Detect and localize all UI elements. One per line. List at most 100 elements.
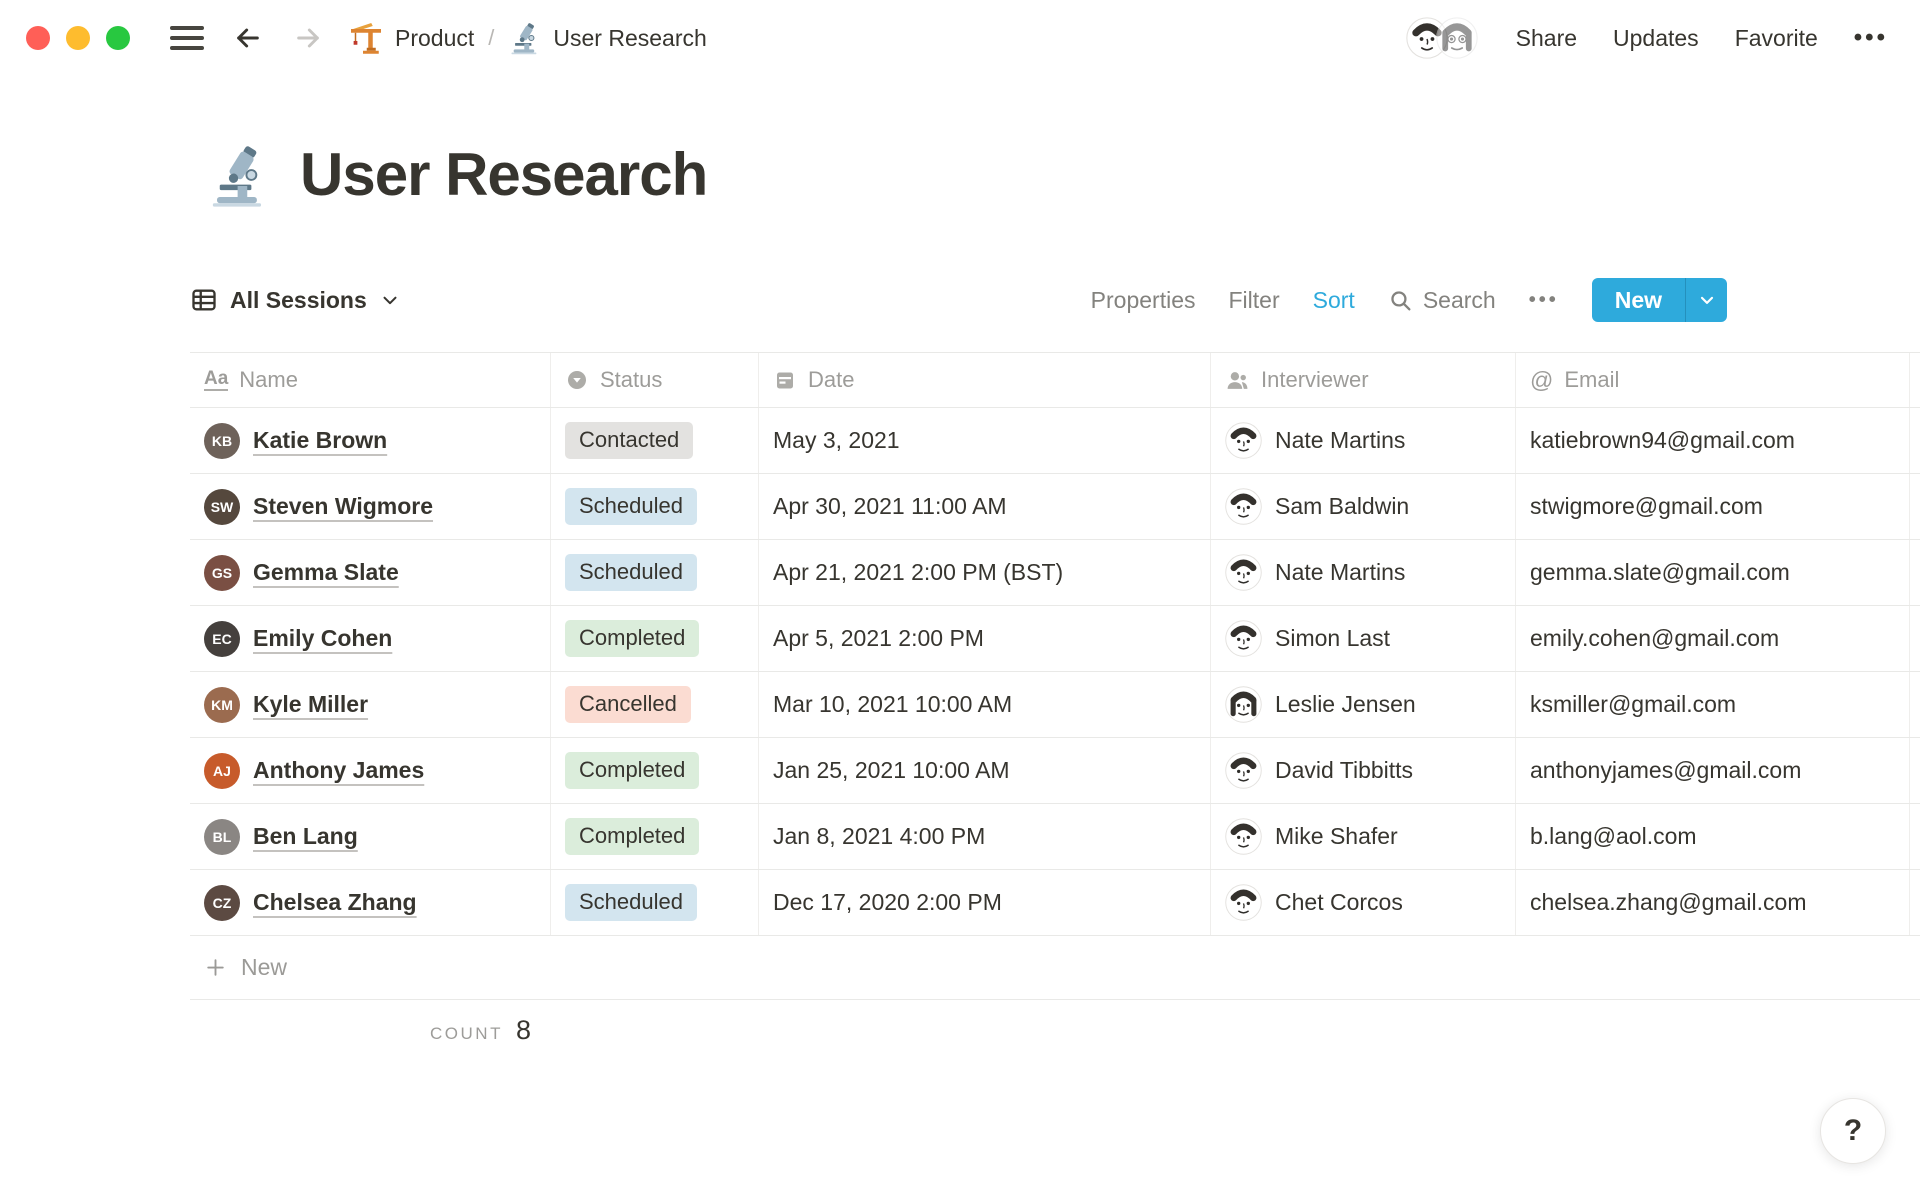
status-cell[interactable]: Completed (551, 738, 759, 803)
interviewer-cell[interactable]: David Tibbitts (1211, 738, 1516, 803)
interviewer-cell[interactable]: Leslie Jensen (1211, 672, 1516, 737)
email-link[interactable]: katiebrown94@gmail.com (1530, 427, 1795, 454)
status-badge[interactable]: Scheduled (565, 884, 697, 921)
email-link[interactable]: b.lang@aol.com (1530, 823, 1697, 850)
email-cell[interactable]: b.lang@aol.com (1516, 804, 1910, 869)
column-header-name[interactable]: Aa Name (190, 353, 551, 407)
person-name-link[interactable]: Kyle Miller (253, 691, 368, 718)
sidebar-menu-icon[interactable] (170, 26, 204, 50)
new-entry-button[interactable]: New (1592, 278, 1685, 322)
interviewer-cell[interactable]: Nate Martins (1211, 540, 1516, 605)
status-cell[interactable]: Completed (551, 606, 759, 671)
person-name-link[interactable]: Anthony James (253, 757, 424, 784)
interviewer-avatar (1225, 818, 1262, 855)
name-cell[interactable]: EC Emily Cohen (190, 606, 551, 671)
date-cell[interactable]: Mar 10, 2021 10:00 AM (759, 672, 1211, 737)
status-badge[interactable]: Completed (565, 620, 700, 657)
date-cell[interactable]: Apr 21, 2021 2:00 PM (BST) (759, 540, 1211, 605)
date-cell[interactable]: Jan 8, 2021 4:00 PM (759, 804, 1211, 869)
view-switcher[interactable]: All Sessions (190, 286, 401, 314)
date-cell[interactable]: Dec 17, 2020 2:00 PM (759, 870, 1211, 935)
name-cell[interactable]: KB Katie Brown (190, 408, 551, 473)
date-cell[interactable]: May 3, 2021 (759, 408, 1211, 473)
status-cell[interactable]: Completed (551, 804, 759, 869)
status-badge[interactable]: Scheduled (565, 488, 697, 525)
interviewer-name: Nate Martins (1275, 427, 1406, 453)
person-name-link[interactable]: Katie Brown (253, 427, 387, 454)
email-link[interactable]: ksmiller@gmail.com (1530, 691, 1736, 718)
calendar-property-icon (777, 372, 793, 389)
name-cell[interactable]: GS Gemma Slate (190, 540, 551, 605)
forward-button[interactable] (292, 22, 324, 54)
email-cell[interactable]: chelsea.zhang@gmail.com (1516, 870, 1910, 935)
minimize-window-button[interactable] (66, 26, 90, 50)
view-options-icon[interactable]: ••• (1529, 289, 1559, 312)
interviewer-cell[interactable]: Simon Last (1211, 606, 1516, 671)
email-link[interactable]: emily.cohen@gmail.com (1530, 625, 1779, 652)
date-cell[interactable]: Apr 30, 2021 11:00 AM (759, 474, 1211, 539)
email-cell[interactable]: stwigmore@gmail.com (1516, 474, 1910, 539)
email-cell[interactable]: emily.cohen@gmail.com (1516, 606, 1910, 671)
new-entry-dropdown-button[interactable] (1685, 278, 1727, 322)
status-badge[interactable]: Completed (565, 818, 700, 855)
email-cell[interactable]: anthonyjames@gmail.com (1516, 738, 1910, 803)
page-title[interactable]: User Research (300, 140, 708, 209)
status-cell[interactable]: Scheduled (551, 540, 759, 605)
table-footer-count[interactable]: COUNT 8 (190, 1015, 551, 1046)
name-cell[interactable]: SW Steven Wigmore (190, 474, 551, 539)
name-cell[interactable]: AJ Anthony James (190, 738, 551, 803)
column-header-date[interactable]: Date (759, 353, 1211, 407)
close-window-button[interactable] (26, 26, 50, 50)
more-options-icon[interactable]: ••• (1854, 24, 1888, 52)
favorite-button[interactable]: Favorite (1735, 25, 1818, 52)
name-cell[interactable]: BL Ben Lang (190, 804, 551, 869)
zoom-window-button[interactable] (106, 26, 130, 50)
email-link[interactable]: stwigmore@gmail.com (1530, 493, 1763, 520)
search-button[interactable]: Search (1388, 287, 1496, 314)
column-header-status[interactable]: Status (551, 353, 759, 407)
interviewer-avatar (1225, 884, 1262, 921)
status-cell[interactable]: Cancelled (551, 672, 759, 737)
person-name-link[interactable]: Steven Wigmore (253, 493, 433, 520)
person-name-link[interactable]: Gemma Slate (253, 559, 399, 586)
help-button[interactable]: ? (1820, 1098, 1886, 1164)
interviewer-cell[interactable]: Chet Corcos (1211, 870, 1516, 935)
share-button[interactable]: Share (1516, 25, 1577, 52)
page-icon-microscope[interactable] (206, 142, 272, 208)
person-name-link[interactable]: Chelsea Zhang (253, 889, 417, 916)
sort-button[interactable]: Sort (1313, 287, 1355, 314)
email-link[interactable]: anthonyjames@gmail.com (1530, 757, 1801, 784)
properties-button[interactable]: Properties (1091, 287, 1196, 314)
status-badge[interactable]: Contacted (565, 422, 694, 459)
email-cell[interactable]: gemma.slate@gmail.com (1516, 540, 1910, 605)
breadcrumb-item-product[interactable]: Product (348, 20, 474, 56)
date-cell[interactable]: Jan 25, 2021 10:00 AM (759, 738, 1211, 803)
filter-button[interactable]: Filter (1229, 287, 1280, 314)
breadcrumb-label: User Research (553, 24, 707, 51)
back-button[interactable] (232, 22, 264, 54)
new-row-button[interactable]: New (190, 936, 1920, 1000)
updates-button[interactable]: Updates (1613, 25, 1699, 52)
name-cell[interactable]: KM Kyle Miller (190, 672, 551, 737)
status-cell[interactable]: Scheduled (551, 870, 759, 935)
interviewer-cell[interactable]: Sam Baldwin (1211, 474, 1516, 539)
status-badge[interactable]: Completed (565, 752, 700, 789)
email-cell[interactable]: ksmiller@gmail.com (1516, 672, 1910, 737)
interviewer-cell[interactable]: Nate Martins (1211, 408, 1516, 473)
person-name-link[interactable]: Ben Lang (253, 823, 358, 850)
view-name: All Sessions (230, 286, 367, 313)
status-cell[interactable]: Scheduled (551, 474, 759, 539)
email-link[interactable]: gemma.slate@gmail.com (1530, 559, 1790, 586)
breadcrumb-item-user-research[interactable]: User Research (508, 21, 707, 55)
person-name-link[interactable]: Emily Cohen (253, 625, 392, 652)
status-badge[interactable]: Cancelled (565, 686, 691, 723)
interviewer-cell[interactable]: Mike Shafer (1211, 804, 1516, 869)
name-cell[interactable]: CZ Chelsea Zhang (190, 870, 551, 935)
status-badge[interactable]: Scheduled (565, 554, 697, 591)
email-link[interactable]: chelsea.zhang@gmail.com (1530, 889, 1806, 916)
date-cell[interactable]: Apr 5, 2021 2:00 PM (759, 606, 1211, 671)
email-cell[interactable]: katiebrown94@gmail.com (1516, 408, 1910, 473)
status-cell[interactable]: Contacted (551, 408, 759, 473)
column-header-email[interactable]: @ Email (1516, 353, 1910, 407)
column-header-interviewer[interactable]: Interviewer (1211, 353, 1516, 407)
